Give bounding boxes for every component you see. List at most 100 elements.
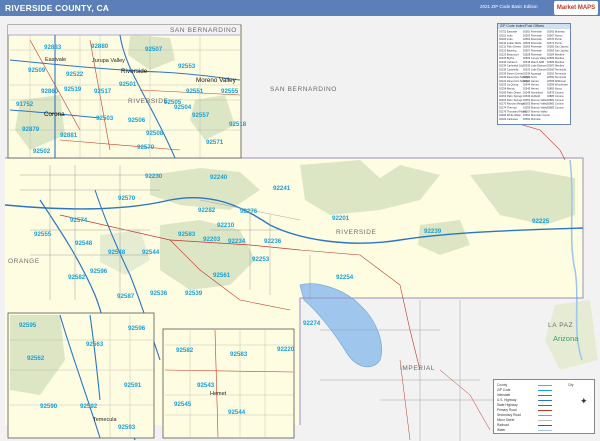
legend-entry: 92503 Riverside <box>523 33 542 37</box>
legend-entry: 92592 Temecula <box>547 75 567 79</box>
legend-entry: 92883 Corona <box>547 106 564 110</box>
zip-label: 92591 <box>124 382 142 389</box>
legend-entry: 92596 Winchester <box>547 83 568 87</box>
legend-entry: 92586 Menifee <box>547 60 565 64</box>
zip-label: 92881 <box>60 132 78 139</box>
zip-label: 92519 <box>64 86 82 93</box>
title-bar: RIVERSIDE COUNTY, CA 2021 ZIP Code Basic… <box>0 0 600 16</box>
legend-entry: 92536 Aguanga <box>523 71 542 75</box>
legend-entry: 92201 Indio <box>499 33 513 37</box>
zip-label: 92545 <box>174 401 192 408</box>
zip-label: 92503 <box>96 115 114 122</box>
legend-entry: 92211 Palm Desert <box>499 45 521 49</box>
legend-entry: 92561 Mountain Center <box>523 113 550 117</box>
city-label: Eastvale <box>45 57 67 63</box>
key-row-swatch <box>538 415 552 416</box>
region-label: IMPERIAL <box>400 365 436 372</box>
legend-entry: 92551 Moreno Valley <box>523 98 548 102</box>
zip-label: 92210 <box>217 222 235 229</box>
publisher-logo: Market MAPS <box>554 1 598 15</box>
key-row-label: U.S. Highway <box>497 398 517 402</box>
zip-label: 92502 <box>33 148 51 155</box>
zip-label: 92507 <box>145 46 163 53</box>
zip-label: 92548 <box>75 240 93 247</box>
key-row-label: ZIP Code <box>497 388 511 392</box>
zip-label: 92240 <box>210 174 228 181</box>
zip-label: 92544 <box>228 409 246 416</box>
zip-label: 92282 <box>198 207 216 214</box>
legend-entry: 92253 La Quinta <box>499 83 519 87</box>
zip-label: 92544 <box>142 249 160 256</box>
legend-entry: 92591 Temecula <box>547 71 567 75</box>
legend-entry: 92210 Indian Wells <box>499 41 522 45</box>
key-row-swatch <box>538 395 552 396</box>
legend-entry: 92545 Hemet <box>523 87 539 91</box>
zip-label: 92555 <box>34 231 52 238</box>
legend-entry: 92590 Temecula <box>547 68 567 72</box>
zip-label: 92239 <box>424 228 442 235</box>
key-row-swatch <box>538 405 552 406</box>
zip-label: 92536 <box>150 290 168 297</box>
legend-entry: 92274 Thermal <box>499 106 517 110</box>
legend-entry: 92501 Riverside <box>523 30 542 34</box>
compass-icon: ✦ <box>580 396 588 406</box>
legend-entry: 92881 Corona <box>547 98 564 102</box>
zip-label: 92551 <box>186 88 204 95</box>
zip-label: 92583 <box>178 231 196 238</box>
zip-label: 92570 <box>137 144 155 151</box>
key-row-label: Railroad <box>497 423 509 427</box>
zip-label: 92574 <box>70 217 88 224</box>
zip-label: 92509 <box>28 67 46 74</box>
zip-label: 92563 <box>86 341 104 348</box>
legend-entry: 92203 Indio <box>499 37 513 41</box>
legend-entry: 92571 Perris <box>547 41 562 45</box>
legend-entry: 92518 March ARB <box>523 60 544 64</box>
legend-rows: 91752 Eastvale92201 Indio92203 Indio9221… <box>499 30 569 121</box>
legend-entry: 92220 Banning <box>499 49 517 53</box>
inset-region-label: SAN BERNARDINO <box>170 27 237 34</box>
legend-entry: 92880 Corona <box>547 94 564 98</box>
legend-entry: 92555 Moreno Valley <box>523 106 548 110</box>
key-row-label: County <box>497 383 508 387</box>
zip-label: 92883 <box>44 44 62 51</box>
legend-entry: 92320 Calimesa <box>499 117 518 121</box>
zip-label: 92860 <box>41 88 59 95</box>
map-key: County ZIP Code Interstate U.S. Highway Stat… <box>493 379 595 434</box>
edition-label: 2021 ZIP Code Basic Edition <box>480 4 538 9</box>
key-row-swatch <box>538 385 552 386</box>
city-label: Temecula <box>93 417 117 423</box>
legend-entry: 92530 Lake Elsinore <box>523 64 547 68</box>
legend-entry: 92270 Rancho Mirage <box>499 102 525 106</box>
legend-entry: 92582 San Jacinto <box>547 45 569 49</box>
zip-label: 92225 <box>532 218 550 225</box>
region-label: LA PAZ <box>548 322 574 329</box>
zip-label: 92506 <box>128 117 146 124</box>
zip-label: 92590 <box>40 403 58 410</box>
zip-label: 92539 <box>185 290 203 297</box>
legend-entry: 92548 Homeland <box>523 90 543 94</box>
key-city-label: City <box>568 383 574 387</box>
zip-label: 92518 <box>229 121 247 128</box>
zip-label: 92587 <box>117 293 135 300</box>
zip-label: 92592 <box>80 403 98 410</box>
zip-label: 92583 <box>230 351 248 358</box>
legend-entry: 92532 Lake Elsinore <box>523 68 547 72</box>
zip-label: 92220 <box>277 346 295 353</box>
legend-entry: 92236 Coachella <box>499 68 519 72</box>
legend-entry: 92264 Palm Springs <box>499 98 523 102</box>
key-row-label: Water <box>497 428 506 432</box>
city-label: Corona <box>44 111 65 118</box>
legend-entry: 92543 Hemet <box>523 79 539 83</box>
key-row-label: State Highway <box>497 403 518 407</box>
zip-label: 92241 <box>273 185 291 192</box>
legend-entry: 92595 Wildomar <box>547 79 566 83</box>
legend-entry: 92539 Anza <box>523 75 537 79</box>
key-row-label: Primary Road <box>497 408 517 412</box>
zip-label: 92553 <box>178 63 196 70</box>
map-title: RIVERSIDE COUNTY, CA <box>5 3 110 13</box>
zip-label: 92274 <box>303 320 321 327</box>
zip-label: 92201 <box>332 215 350 222</box>
key-row-swatch <box>538 430 552 431</box>
zip-label: 92570 <box>118 195 136 202</box>
legend-entry: 92882 Corona <box>547 102 564 106</box>
